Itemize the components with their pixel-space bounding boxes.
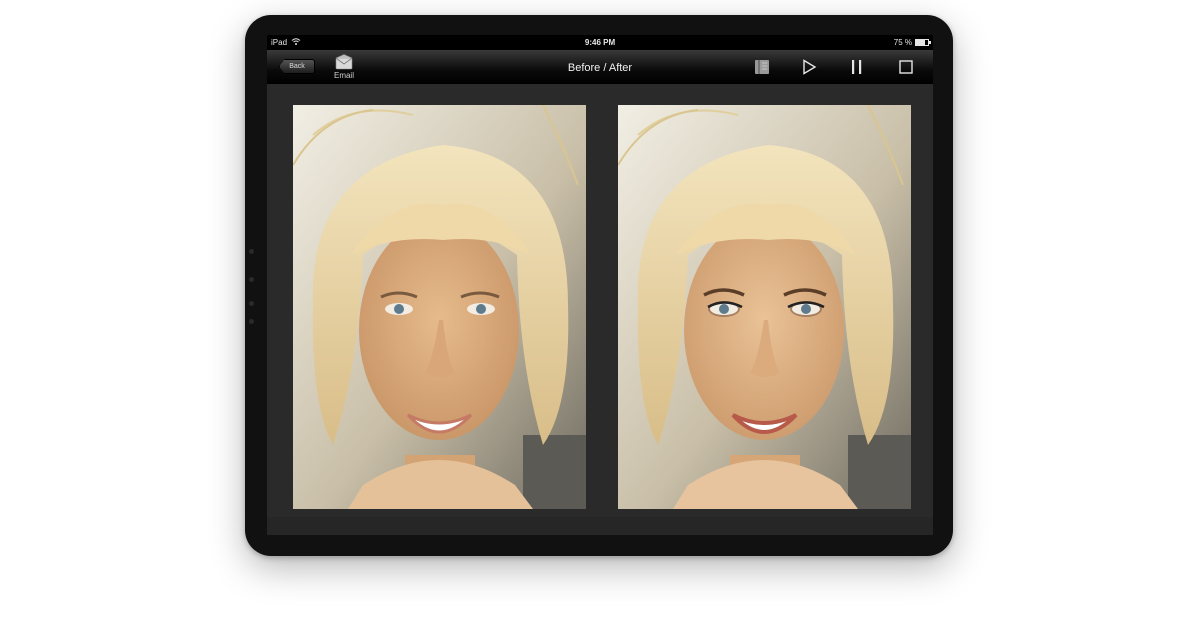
- pause-icon[interactable]: [850, 59, 864, 75]
- before-photo: [293, 105, 586, 509]
- device-side-button: [249, 277, 254, 282]
- status-bar: iPad 9:46 PM 75 %: [267, 35, 933, 50]
- ipad-screen: iPad 9:46 PM 75 % Back Email Before / Af…: [267, 35, 933, 535]
- battery-icon: [915, 39, 931, 46]
- stop-icon[interactable]: [898, 59, 914, 75]
- battery-fill: [916, 40, 925, 45]
- status-time: 9:46 PM: [584, 38, 616, 47]
- toolbar-title: Before / After: [567, 62, 633, 74]
- after-photo: [618, 105, 911, 509]
- toolbar: Back Email Before / After: [267, 50, 933, 84]
- play-icon[interactable]: [801, 59, 817, 75]
- battery-percent: 75 %: [893, 38, 912, 47]
- bottom-bar: [267, 517, 933, 535]
- device-side-button: [249, 319, 254, 324]
- ipad-device: iPad 9:46 PM 75 % Back Email Before / Af…: [245, 15, 953, 556]
- book-icon[interactable]: [753, 59, 771, 75]
- device-side-button: [249, 301, 254, 306]
- device-side-button: [249, 249, 254, 254]
